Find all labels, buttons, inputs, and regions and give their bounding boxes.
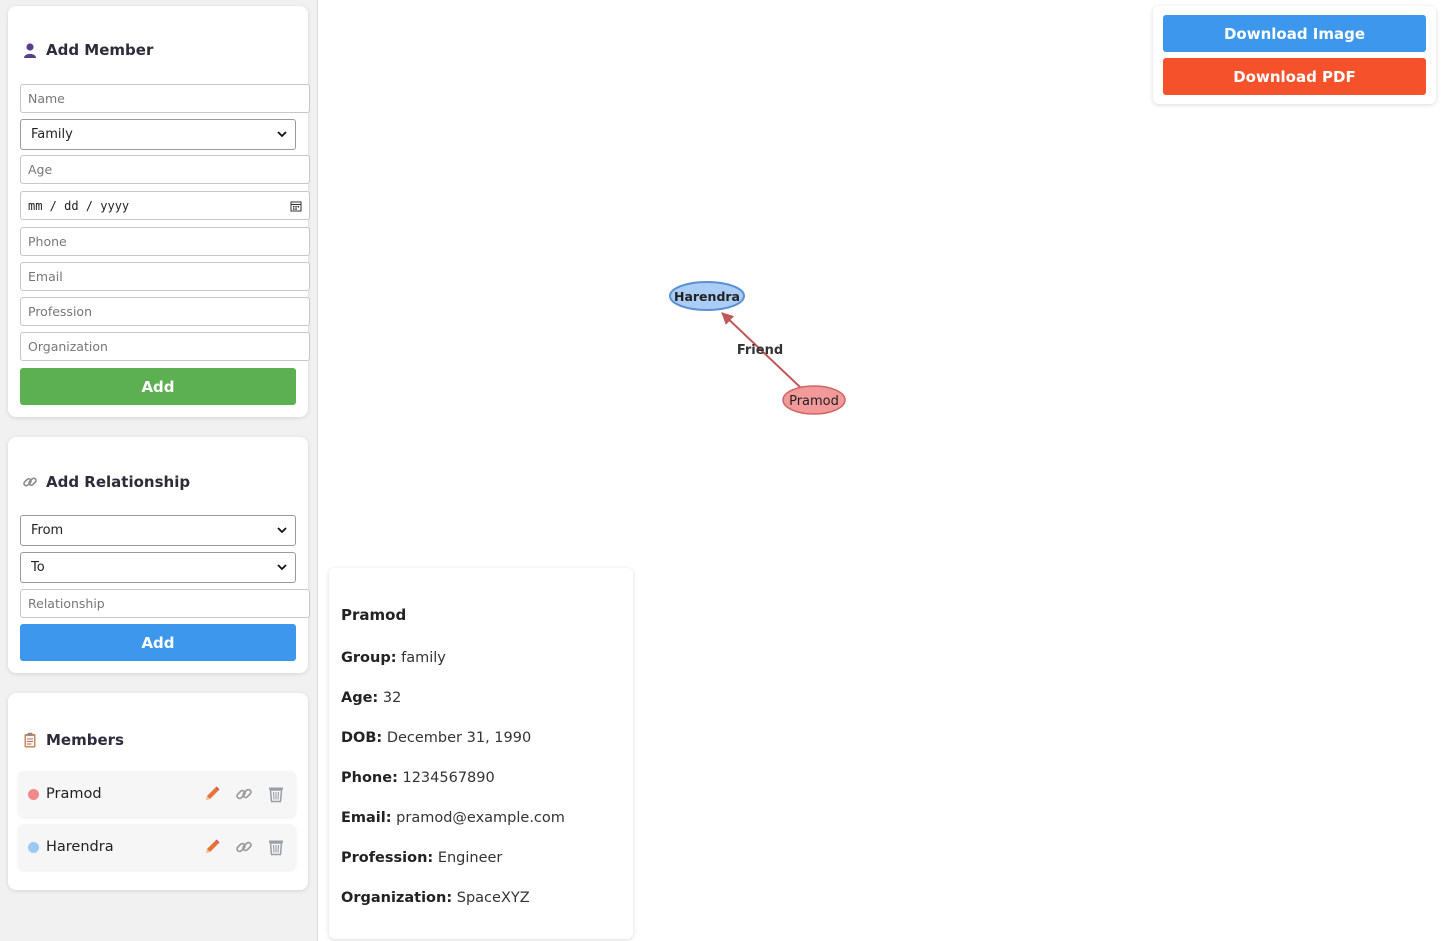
- from-select[interactable]: From: [20, 515, 296, 546]
- members-card: Members Pramod Harendra: [8, 693, 308, 890]
- download-image-button[interactable]: Download Image: [1163, 15, 1426, 52]
- person-icon: [24, 43, 36, 58]
- link-icon: [23, 477, 37, 487]
- member-item[interactable]: Pramod: [18, 771, 296, 817]
- member-item[interactable]: Harendra: [18, 824, 296, 870]
- details-group: Group: family: [341, 650, 446, 666]
- profession-input[interactable]: [20, 297, 310, 326]
- trash-icon[interactable]: [266, 784, 286, 804]
- member-color-dot: [28, 788, 39, 800]
- name-input[interactable]: [20, 84, 310, 113]
- add-relationship-card: Add Relationship From To Add: [8, 437, 310, 673]
- add-member-title: Add Member: [22, 41, 153, 59]
- graph-edge-label: Friend: [737, 343, 783, 358]
- member-name: Harendra: [46, 839, 114, 855]
- member-color-dot: [28, 841, 39, 853]
- graph-node-label: Harendra: [674, 289, 740, 304]
- organization-input[interactable]: [20, 332, 310, 361]
- add-member-button[interactable]: Add: [20, 368, 296, 405]
- add-relationship-button[interactable]: Add: [20, 624, 296, 661]
- phone-input[interactable]: [20, 227, 310, 256]
- calendar-icon[interactable]: [290, 200, 302, 212]
- relationship-input[interactable]: [20, 589, 310, 618]
- details-phone: Phone: 1234567890: [341, 770, 495, 786]
- link-icon[interactable]: [234, 784, 254, 804]
- clipboard-icon: [24, 732, 36, 748]
- trash-icon[interactable]: [266, 837, 286, 857]
- details-dob: DOB: December 31, 1990: [341, 730, 532, 746]
- details-organization: Organization: SpaceXYZ: [341, 890, 530, 906]
- details-name: Pramod: [341, 606, 407, 624]
- members-title: Members: [22, 731, 124, 749]
- details-email: Email: pramod@example.com: [341, 810, 565, 826]
- edit-icon[interactable]: [202, 837, 222, 857]
- chevron-down-icon: [277, 564, 287, 571]
- details-age: Age: 32: [341, 690, 402, 706]
- download-panel: Download Image Download PDF: [1153, 6, 1436, 104]
- member-actions: [202, 784, 286, 804]
- details-profession: Profession: Engineer: [341, 850, 503, 866]
- dob-input[interactable]: mm / dd / yyyy: [20, 191, 310, 220]
- download-pdf-button[interactable]: Download PDF: [1163, 58, 1426, 95]
- sidebar: Add Member Family mm / dd / yyyy Add: [0, 0, 318, 941]
- to-select[interactable]: To: [20, 552, 296, 583]
- edit-icon[interactable]: [202, 784, 222, 804]
- chevron-down-icon: [277, 527, 287, 534]
- member-actions: [202, 837, 286, 857]
- add-relationship-title: Add Relationship: [22, 473, 190, 491]
- graph-node-label: Pramod: [789, 394, 839, 409]
- group-select[interactable]: Family: [20, 119, 296, 150]
- link-icon[interactable]: [234, 837, 254, 857]
- chevron-down-icon: [277, 131, 287, 138]
- member-name: Pramod: [46, 786, 102, 802]
- member-details-panel: Pramod Group: family Age: 32 DOB: Decemb…: [329, 568, 633, 939]
- email-input[interactable]: [20, 262, 310, 291]
- graph-node-pramod[interactable]: Pramod: [782, 385, 846, 415]
- add-member-card: Add Member Family mm / dd / yyyy Add: [8, 6, 310, 417]
- age-input[interactable]: [20, 155, 310, 184]
- graph-node-harendra[interactable]: Harendra: [669, 281, 745, 311]
